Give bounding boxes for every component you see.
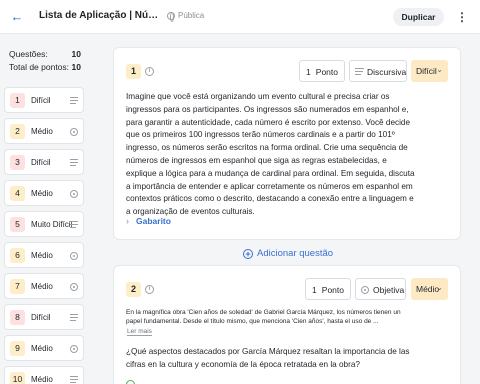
question-number: 10 bbox=[10, 372, 25, 384]
difficulty-select[interactable]: Difícil ⌄ bbox=[411, 60, 448, 82]
chevron-right-icon: › bbox=[126, 216, 129, 226]
option-radio[interactable] bbox=[126, 380, 135, 384]
difficulty-label: Médio bbox=[31, 127, 53, 136]
question-number: 1 bbox=[10, 93, 25, 108]
top-bar: ← Lista de Aplicação | Números Ordinais … bbox=[0, 0, 480, 34]
arrow-left-icon[interactable]: ← bbox=[10, 9, 24, 25]
add-question-button[interactable]: + Adicionar questão bbox=[243, 248, 333, 259]
difficulty-select[interactable]: Médio ⌄ bbox=[411, 278, 448, 300]
difficulty-label: Difícil bbox=[31, 158, 51, 167]
difficulty-label: Difícil bbox=[31, 96, 51, 105]
points-total-row: Total de pontos: 10 bbox=[9, 62, 81, 72]
difficulty-label: Difícil bbox=[416, 66, 437, 76]
points-value: 1 bbox=[306, 67, 311, 77]
visibility-indicator: Pública bbox=[167, 11, 205, 22]
sidebar-question-item[interactable]: 5 Muito Difícil bbox=[4, 211, 84, 237]
points-value: 1 bbox=[312, 285, 317, 295]
lines-icon bbox=[70, 376, 78, 384]
lines-icon bbox=[70, 221, 78, 229]
question-number: 6 bbox=[10, 248, 25, 263]
questions-label: Questões: bbox=[9, 49, 48, 59]
question-type-select[interactable]: Objetiva bbox=[355, 278, 406, 300]
question-text: Imagine que você está organizando um eve… bbox=[126, 92, 415, 217]
question-number-badge: 2 bbox=[126, 282, 141, 297]
visibility-label: Pública bbox=[178, 11, 205, 20]
points-label: Total de pontos: bbox=[9, 62, 70, 72]
duplicate-button[interactable]: Duplicar bbox=[393, 8, 444, 26]
question-type-select[interactable]: Discursiva bbox=[349, 60, 407, 82]
points-input[interactable]: 1 Ponto bbox=[305, 278, 351, 300]
question-number: 4 bbox=[10, 186, 25, 201]
sidebar-question-item[interactable]: 2 Médio bbox=[4, 118, 84, 144]
radio-icon bbox=[70, 283, 78, 291]
question-number: 9 bbox=[10, 341, 25, 356]
radio-icon bbox=[70, 190, 78, 198]
support-text: En la magnífica obra 'Cien años de soled… bbox=[126, 309, 401, 325]
question-text: ¿Qué aspectos destacados por García Márq… bbox=[126, 347, 410, 369]
question-type-label: Discursiva bbox=[367, 67, 407, 77]
question-sidebar: Questões: 10 Total de pontos: 10 1 Difíci… bbox=[0, 35, 92, 384]
lines-icon bbox=[355, 68, 364, 76]
radio-icon bbox=[70, 252, 78, 260]
difficulty-label: Médio bbox=[31, 251, 53, 260]
points-count: 10 bbox=[71, 62, 81, 72]
globe-icon bbox=[167, 11, 175, 22]
points-unit: Ponto bbox=[315, 67, 338, 77]
questions-count-row: Questões: 10 bbox=[9, 49, 81, 59]
difficulty-label: Médio bbox=[31, 375, 53, 384]
sidebar-question-item[interactable]: 10 Médio bbox=[4, 366, 84, 384]
answer-key-toggle[interactable]: › Gabarito bbox=[126, 216, 171, 226]
page-title: Lista de Aplicação | Números Ordinais bbox=[39, 10, 159, 21]
lines-icon bbox=[70, 159, 78, 167]
question-number: 8 bbox=[10, 310, 25, 325]
difficulty-label: Médio bbox=[31, 344, 53, 353]
radio-icon bbox=[70, 128, 78, 136]
question-number: 2 bbox=[10, 124, 25, 139]
sidebar-question-item[interactable]: 8 Difícil bbox=[4, 304, 84, 330]
sidebar-question-item[interactable]: 1 Difícil bbox=[4, 87, 84, 113]
difficulty-label: Muito Difícil bbox=[31, 220, 73, 229]
chevron-down-icon: ⌄ bbox=[436, 65, 443, 74]
question-number: 3 bbox=[10, 155, 25, 170]
info-icon[interactable]: i bbox=[145, 285, 154, 294]
difficulty-label: Médio bbox=[31, 189, 53, 198]
points-input[interactable]: 1 Ponto bbox=[299, 60, 345, 82]
sidebar-question-item[interactable]: 4 Médio bbox=[4, 180, 84, 206]
more-vertical-icon[interactable]: ⋮ bbox=[456, 8, 468, 26]
points-unit: Ponto bbox=[321, 285, 344, 295]
question-type-label: Objetiva bbox=[373, 285, 405, 295]
info-icon[interactable]: i bbox=[145, 67, 154, 76]
question-number: 7 bbox=[10, 279, 25, 294]
sidebar-question-item[interactable]: 7 Médio bbox=[4, 273, 84, 299]
plus-circle-icon: + bbox=[243, 248, 253, 259]
difficulty-label: Médio bbox=[31, 282, 53, 291]
chevron-down-icon: ⌄ bbox=[436, 283, 443, 292]
radio-icon bbox=[70, 345, 78, 353]
questions-count: 10 bbox=[71, 49, 81, 59]
add-question-label: Adicionar questão bbox=[257, 248, 334, 259]
sidebar-question-item[interactable]: 9 Médio bbox=[4, 335, 84, 361]
sidebar-question-item[interactable]: 6 Médio bbox=[4, 242, 84, 268]
answer-key-label: Gabarito bbox=[136, 216, 171, 226]
question-number-badge: 1 bbox=[126, 64, 141, 79]
question-number: 5 bbox=[10, 217, 25, 232]
read-more-link[interactable]: Ler mais bbox=[127, 328, 152, 336]
difficulty-label: Difícil bbox=[31, 313, 51, 322]
radio-icon bbox=[361, 286, 369, 294]
lines-icon bbox=[70, 97, 78, 105]
lines-icon bbox=[70, 314, 78, 322]
sidebar-question-item[interactable]: 3 Difícil bbox=[4, 149, 84, 175]
